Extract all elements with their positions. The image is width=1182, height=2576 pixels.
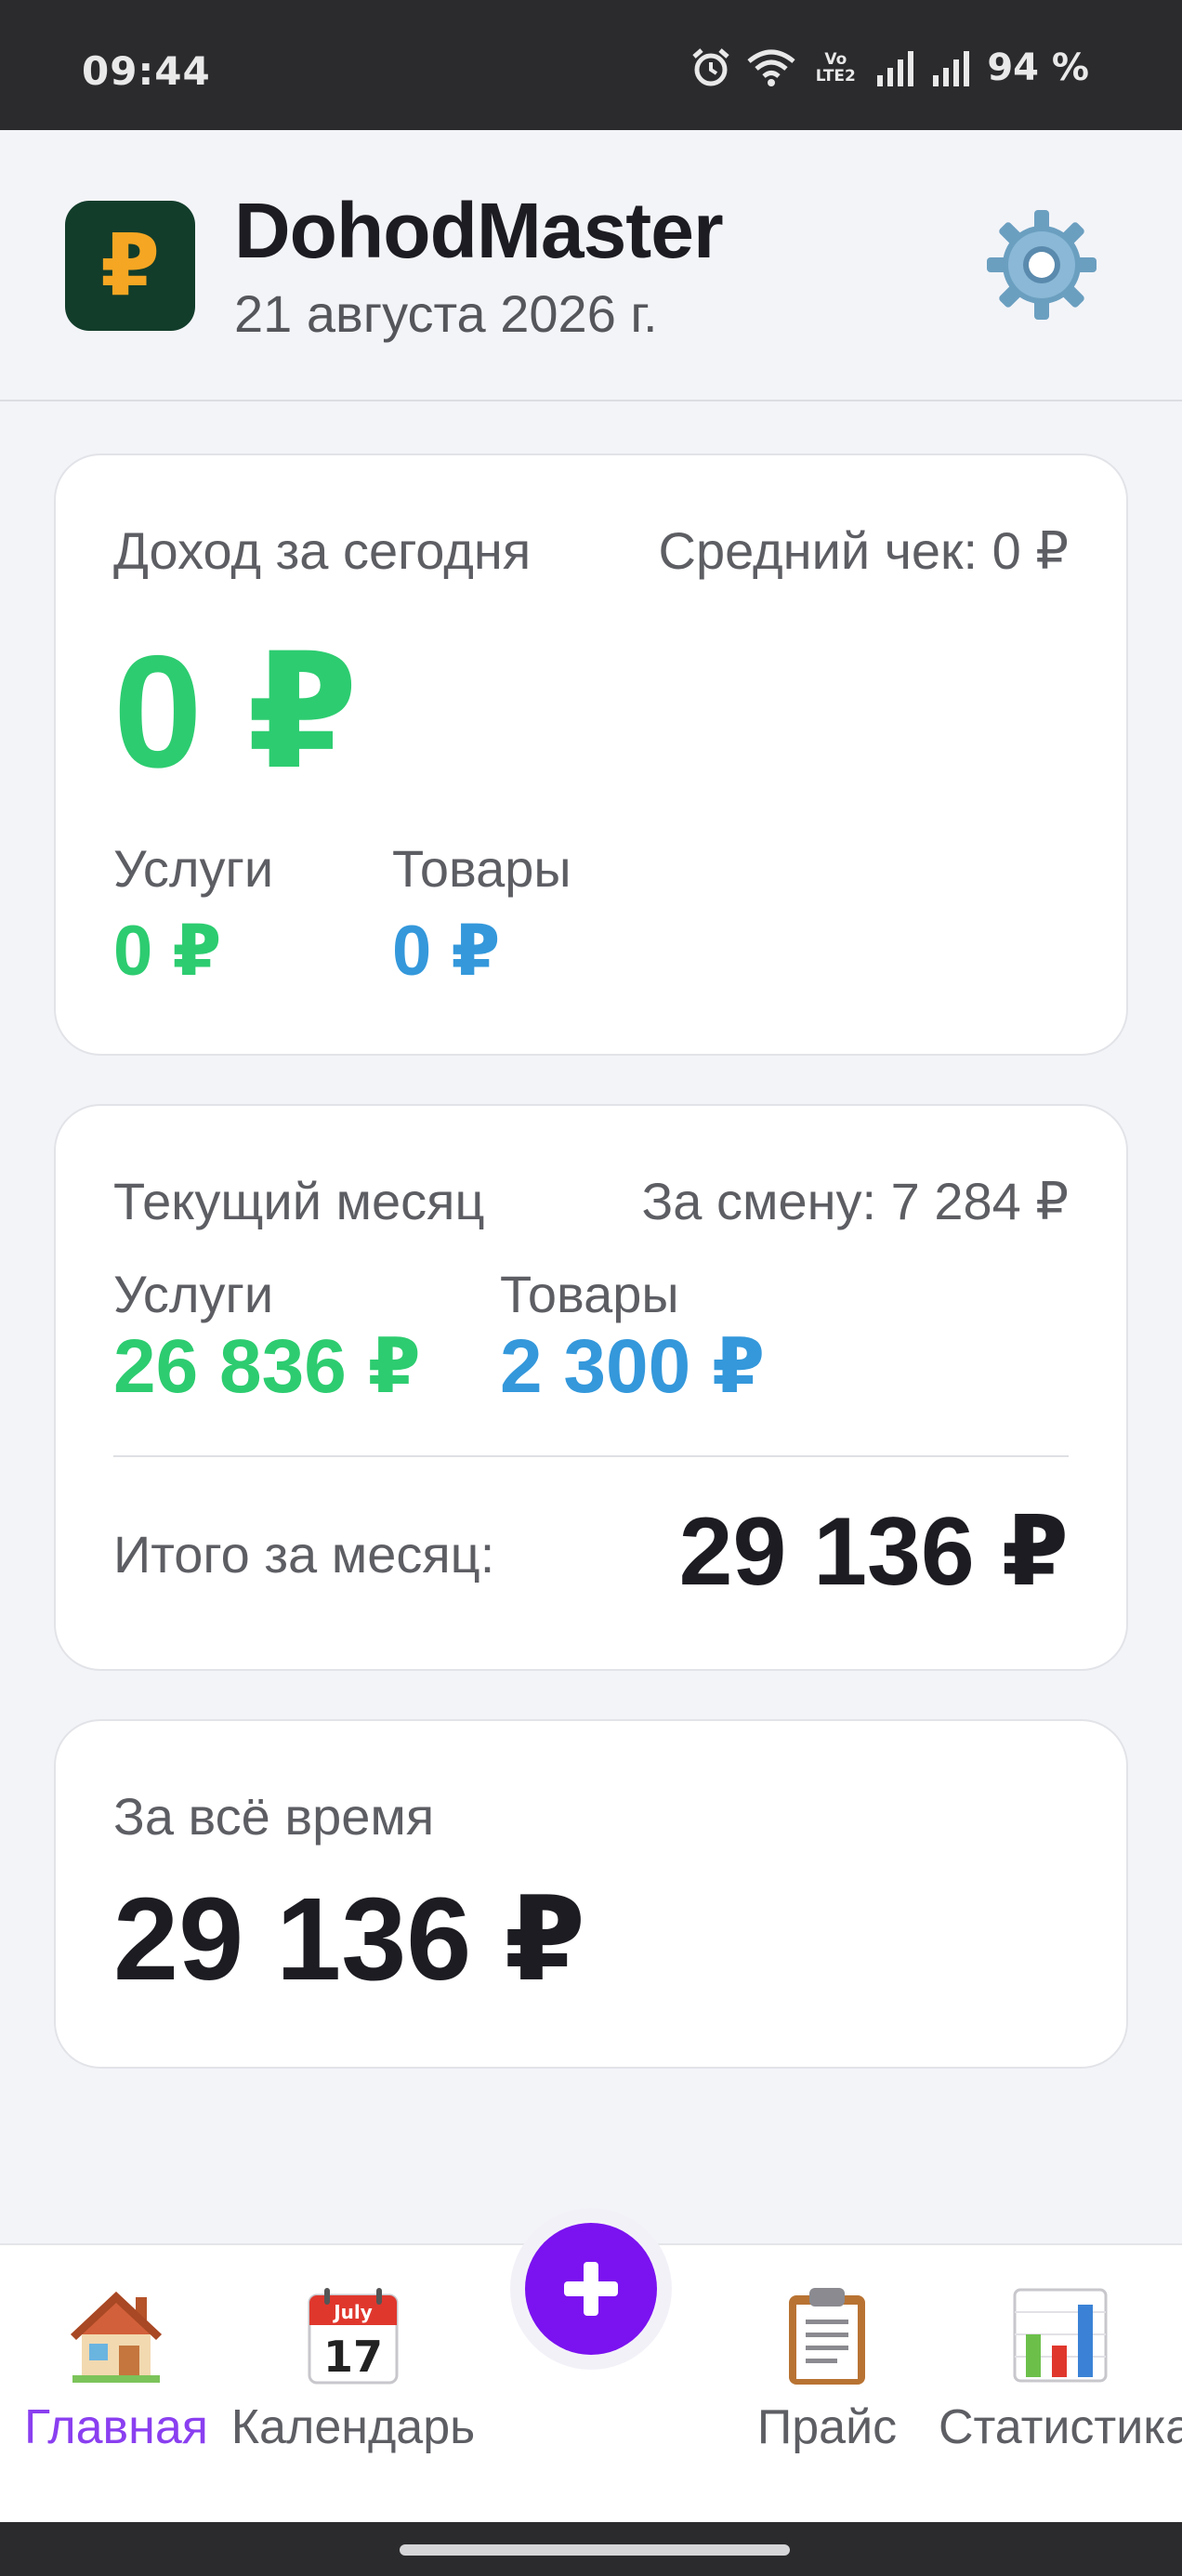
today-income-card: Доход за сегодня Средний чек: 0 ₽ 0 ₽ Ус…	[54, 453, 1128, 1056]
status-icons: Vo LTE2 94 %	[690, 46, 1089, 89]
month-services-value: 26 836 ₽	[113, 1324, 421, 1409]
signal-icon	[933, 51, 970, 86]
home-indicator[interactable]	[400, 2544, 790, 2556]
per-shift-average: За смену: 7 284 ₽	[641, 1172, 1069, 1230]
today-income-label: Доход за сегодня	[113, 521, 532, 580]
month-total-value: 29 136 ₽	[678, 1498, 1069, 1606]
current-month-card: Текущий месяц За смену: 7 284 ₽ Услуги 2…	[54, 1104, 1128, 1671]
average-check: Средний чек: 0 ₽	[658, 521, 1070, 580]
signal-icon	[877, 51, 914, 86]
status-time: 09:44	[82, 48, 211, 94]
all-time-value: 29 136 ₽	[113, 1873, 586, 2004]
current-date: 21 августа 2026 г.	[234, 284, 658, 343]
calendar-icon: July 17	[308, 2288, 399, 2385]
nav-label-price: Прайс	[756, 2400, 898, 2454]
month-total-label: Итого за месяц:	[113, 1525, 495, 1584]
all-time-card: За всё время 29 136 ₽	[54, 1719, 1128, 2069]
wifi-icon	[747, 49, 795, 86]
house-icon	[71, 2292, 162, 2383]
status-bar: 09:44 Vo LTE2 94 %	[0, 0, 1182, 130]
month-services-label: Услуги	[113, 1265, 274, 1323]
nav-item-home[interactable]: Главная	[0, 2245, 232, 2524]
calendar-day-text: 17	[323, 2332, 383, 2382]
bar-chart-icon	[1013, 2288, 1108, 2383]
add-entry-button[interactable]	[525, 2223, 657, 2355]
calendar-month-text: July	[332, 2301, 373, 2323]
volte-icon: Vo LTE2	[815, 50, 856, 85]
app-title: DohodMaster	[234, 187, 724, 274]
month-goods-label: Товары	[500, 1265, 679, 1323]
nav-label-calendar: Календарь	[230, 2400, 476, 2454]
month-goods-value: 2 300 ₽	[500, 1324, 766, 1409]
clipboard-icon	[789, 2288, 865, 2385]
nav-item-price[interactable]: Прайс	[716, 2245, 939, 2524]
today-goods-value: 0 ₽	[392, 912, 501, 991]
app-header: ₽ DohodMaster 21 августа 2026 г.	[0, 130, 1182, 401]
today-services-value: 0 ₽	[113, 912, 222, 991]
nav-label-home: Главная	[24, 2400, 208, 2454]
gear-icon[interactable]	[983, 206, 1100, 323]
nav-label-statistics: Статистика	[939, 2400, 1182, 2454]
all-time-label: За всё время	[113, 1787, 435, 1846]
app-logo: ₽	[65, 201, 195, 331]
today-income-total: 0 ₽	[113, 623, 359, 801]
battery-level: 94 %	[987, 46, 1089, 89]
ruble-logo-icon: ₽	[99, 218, 160, 313]
current-month-label: Текущий месяц	[113, 1172, 485, 1230]
nav-item-statistics[interactable]: Статистика	[939, 2245, 1182, 2524]
today-services-label: Услуги	[113, 839, 274, 898]
divider	[113, 1455, 1069, 1457]
system-navigation-bar	[0, 2522, 1182, 2576]
today-goods-label: Товары	[392, 839, 571, 898]
bottom-navigation: Главная July 17 Календарь Прайс Статисти…	[0, 2208, 1182, 2524]
alarm-icon	[692, 48, 729, 86]
plus-icon	[564, 2262, 618, 2316]
nav-item-calendar[interactable]: July 17 Календарь	[230, 2245, 476, 2524]
